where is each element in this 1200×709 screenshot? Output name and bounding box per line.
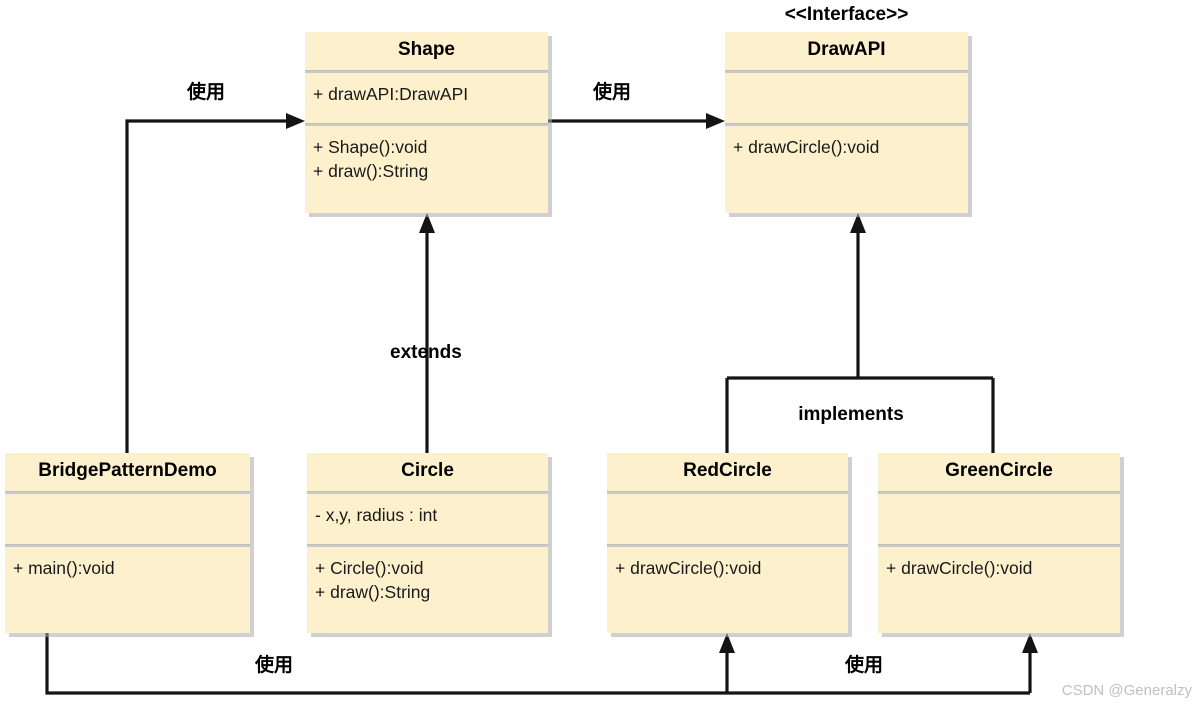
- method-row: + Shape():void: [313, 136, 428, 157]
- class-methods-drawapi: + drawCircle():void: [725, 126, 968, 165]
- stereotype-drawapi: <<Interface>>: [784, 4, 909, 25]
- class-attributes-drawapi: [725, 73, 968, 123]
- edge-label-circle-extends-shape: extends: [390, 342, 462, 363]
- class-box-redcircle[interactable]: RedCircle + drawCircle():void: [607, 453, 848, 633]
- class-methods-shape: + Shape():void + draw():String: [305, 126, 548, 189]
- class-box-drawapi[interactable]: DrawAPI + drawCircle():void: [725, 32, 968, 213]
- class-box-greencircle[interactable]: GreenCircle + drawCircle():void: [878, 453, 1120, 633]
- class-name-redcircle: RedCircle: [683, 460, 772, 481]
- class-name-greencircle: GreenCircle: [945, 460, 1053, 481]
- class-attributes-bridgepatterndemo: [5, 494, 250, 544]
- edge-label-implements: implements: [798, 404, 904, 425]
- method-row: + drawCircle():void: [886, 557, 1033, 578]
- method-row: + Circle():void: [315, 557, 424, 578]
- method-row: + main():void: [13, 557, 115, 578]
- uml-class-diagram: 使用 使用 extends implements 使用 使用 Shape + d…: [0, 0, 1200, 709]
- class-attributes-shape: + drawAPI:DrawAPI: [305, 73, 548, 123]
- class-name-bridgepatterndemo: BridgePatternDemo: [38, 460, 217, 481]
- arrowhead-demo-uses-redcircle: [719, 633, 735, 653]
- class-name-circle: Circle: [401, 460, 454, 481]
- class-name-shape: Shape: [397, 39, 456, 60]
- method-row: + draw():String: [315, 582, 431, 603]
- method-row: + drawCircle():void: [733, 136, 880, 157]
- edge-label-demo-uses-shape: 使用: [186, 81, 225, 103]
- arrowhead-circle-extends-shape: [419, 213, 435, 233]
- class-attributes-redcircle: [607, 494, 848, 544]
- method-row: + draw():String: [313, 161, 429, 182]
- class-box-shape[interactable]: Shape + drawAPI:DrawAPI + Shape():void +…: [305, 32, 548, 213]
- class-methods-greencircle: + drawCircle():void: [878, 547, 1120, 586]
- class-box-bridgepatterndemo[interactable]: BridgePatternDemo + main():void: [5, 453, 250, 633]
- class-attributes-greencircle: [878, 494, 1120, 544]
- class-methods-redcircle: + drawCircle():void: [607, 547, 848, 586]
- class-methods-bridgepatterndemo: + main():void: [5, 547, 250, 586]
- class-methods-circle: + Circle():void + draw():String: [307, 547, 548, 610]
- arrowhead-demo-uses-greencircle: [1022, 633, 1038, 653]
- arrowhead-demo-uses-shape: [286, 113, 305, 129]
- class-box-circle[interactable]: Circle - x,y, radius : int + Circle():vo…: [307, 453, 548, 633]
- edge-demo-uses-shape: [125, 119, 294, 453]
- method-row: + drawCircle():void: [615, 557, 762, 578]
- arrowhead-shape-uses-drawapi: [706, 113, 725, 129]
- watermark: CSDN @Generalzy: [1061, 682, 1192, 699]
- class-attributes-circle: - x,y, radius : int: [307, 494, 548, 544]
- attribute-row: + drawAPI:DrawAPI: [313, 83, 469, 104]
- class-name-drawapi: DrawAPI: [807, 39, 886, 60]
- edge-label-demo-uses-circles: 使用: [844, 654, 883, 676]
- attribute-row: - x,y, radius : int: [315, 504, 438, 525]
- edge-label-demo-uses-circle: 使用: [254, 654, 293, 676]
- edge-label-shape-uses-drawapi: 使用: [592, 81, 631, 103]
- arrowhead-implements: [850, 213, 866, 233]
